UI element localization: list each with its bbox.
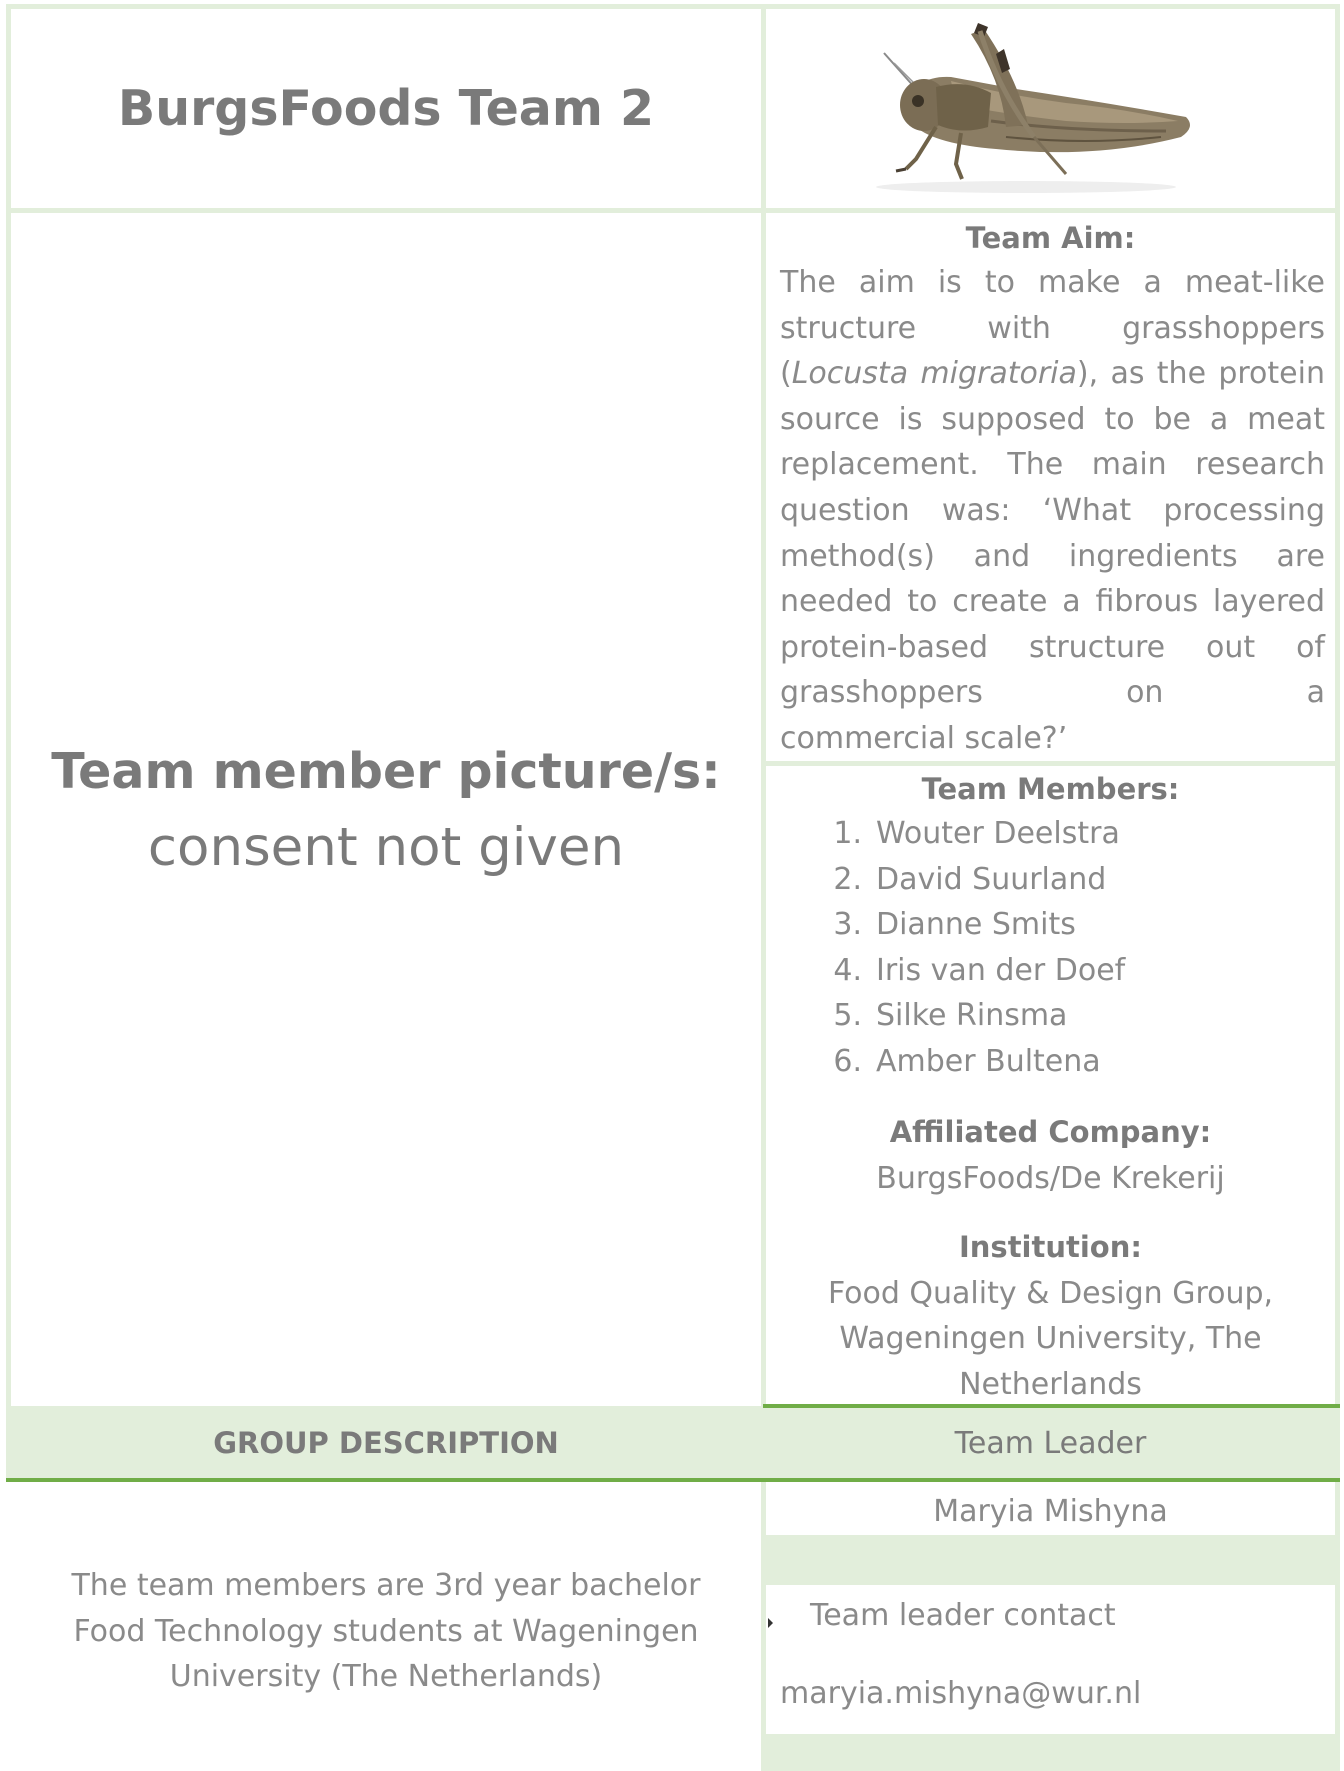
list-item: 6. Amber Bultena [833, 1043, 1101, 1079]
group-description-line-2: Food Technology students at Wageningen [73, 1614, 699, 1649]
team-members-list: 1. Wouter Deelstra 2. David Suurland 3. Dia… [826, 811, 1306, 1084]
page-title: BurgsFoods Team 2 [117, 80, 655, 137]
team-leader-heading: Team Leader [954, 1426, 1147, 1461]
team-aim-text: The aim is to make a meat-like structure… [780, 260, 1325, 762]
affiliated-company-heading: Affiliated Company: [889, 1115, 1212, 1149]
institution-line-1: Food Quality & Design Group, [827, 1276, 1274, 1311]
team-picture-cell: Team member picture/s: consent not given [11, 213, 761, 1406]
list-item: 5. Silke Rinsma [833, 998, 1068, 1033]
band-top-accent [763, 1404, 1340, 1408]
grasshopper-image [876, 23, 1190, 193]
institution-line-3: Netherlands [959, 1367, 1142, 1402]
leader-band-empty-2 [766, 1734, 1335, 1771]
team-aim-text-part2: ), as the protein source is supposed to … [780, 356, 1325, 711]
table-border-right [1335, 4, 1340, 1771]
band-bottom-accent [6, 1478, 1340, 1482]
group-description-line-1: The team members are 3rd year bachelor [71, 1568, 701, 1603]
header-image-cell [766, 9, 1335, 208]
group-description-heading: GROUP DESCRIPTION [213, 1426, 559, 1460]
affiliated-company-value: BurgsFoods/De Krekerij [876, 1161, 1225, 1196]
team-leader-name: Maryia Mishyna [933, 1494, 1168, 1529]
list-item: 1. Wouter Deelstra [833, 816, 1120, 851]
team-aim-cell: Team Aim: The aim is to make a meat-like… [766, 213, 1335, 761]
team-aim-species: Locusta migratoria [791, 356, 1077, 392]
team-aim-text-last: commercial scale?’ [780, 720, 1068, 756]
team-picture-status: consent not given [147, 817, 625, 878]
list-item: 3. Dianne Smits [833, 907, 1076, 942]
team-members-cell: Team Members: 1. Wouter Deelstra 2. David … [766, 766, 1335, 1406]
team-members-heading: Team Members: [921, 772, 1180, 806]
team-aim-heading: Team Aim: [965, 221, 1136, 255]
team-picture-label: Team member picture/s: [51, 743, 721, 800]
team-leader-contact-label: Team leader contact [810, 1598, 1116, 1633]
leader-band-empty-1 [766, 1540, 1335, 1585]
list-item: 4. Iris van der Doef [833, 952, 1126, 988]
group-description-line-3: University (The Netherlands) [169, 1659, 603, 1694]
institution-heading: Institution: [959, 1230, 1142, 1264]
header-title-cell: BurgsFoods Team 2 [11, 9, 761, 208]
list-item: 2. David Suurland [833, 861, 1107, 897]
institution-line-2: Wageningen University, The [839, 1321, 1262, 1356]
bullet-icon [768, 1618, 773, 1628]
team-leader-email[interactable]: maryia.mishyna@wur.nl [780, 1671, 1141, 1717]
